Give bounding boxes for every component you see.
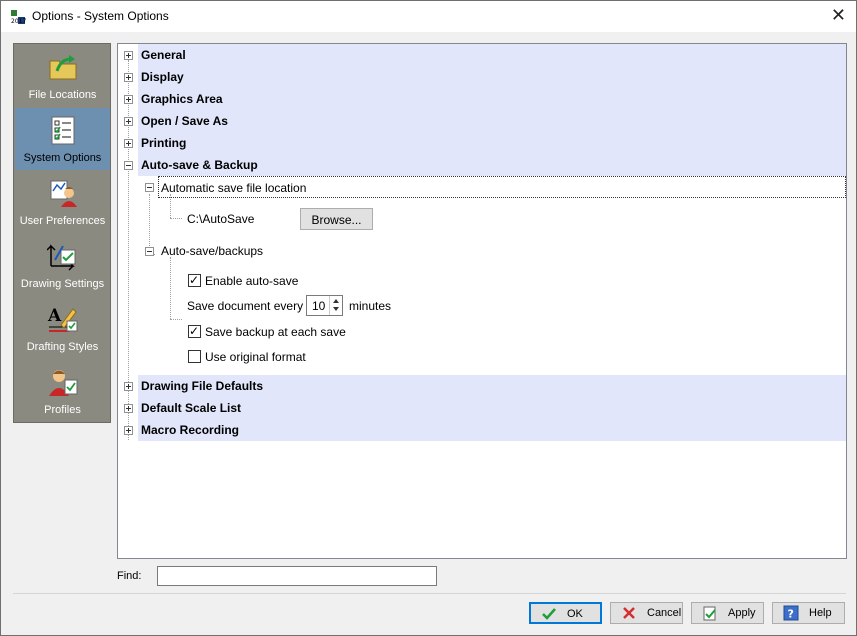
category-label: Profiles [44,404,81,416]
expand-icon[interactable] [124,404,133,413]
category-drawing-settings[interactable]: Drawing Settings [15,234,110,296]
expand-icon[interactable] [124,426,133,435]
category-label: File Locations [28,89,97,101]
autosave-path: C:\AutoSave [187,212,255,226]
section-open-save-as[interactable]: Open / Save As [138,110,846,132]
section-label: Graphics Area [141,92,223,106]
expand-icon[interactable] [124,73,133,82]
autosave-location-label[interactable]: Automatic save file location [161,181,306,195]
original-format-label[interactable]: Use original format [205,350,306,364]
section-drawing-file-defaults[interactable]: Drawing File Defaults [138,375,846,397]
checklist-icon [51,116,75,145]
apply-button[interactable]: Apply [691,602,764,624]
save-backup-checkbox[interactable]: ✓ [188,324,201,338]
category-label: Drafting Styles [26,341,99,353]
section-default-scale-list[interactable]: Default Scale List [138,397,846,419]
section-label: Macro Recording [141,423,240,437]
folder-arrow-icon [49,55,77,80]
find-label: Find: [117,570,142,582]
divider [13,593,846,594]
help-button[interactable]: ? Help [772,602,845,624]
close-icon[interactable]: ✕ [831,6,846,24]
autosave-backups-label[interactable]: Auto-save/backups [161,244,263,258]
apply-icon [703,606,716,621]
section-label: Auto-save & Backup [141,158,258,172]
category-drafting-styles[interactable]: A Drafting Styles [15,297,110,359]
browse-button[interactable]: Browse... [300,208,373,230]
tree-connector [149,194,150,254]
app-icon: 2017 [10,9,26,25]
expand-icon[interactable] [124,139,133,148]
find-input[interactable] [157,566,437,586]
section-general[interactable]: General [138,44,846,66]
section-label: Default Scale List [141,401,242,415]
section-printing[interactable]: Printing [138,132,846,154]
spin-down-icon[interactable] [333,307,339,311]
section-label: Open / Save As [141,114,228,128]
category-panel: File Locations System Options User Prefe… [13,43,111,423]
category-label: Drawing Settings [20,278,105,290]
category-profiles[interactable]: Profiles [15,360,110,422]
window-title: Options - System Options [32,9,169,23]
title-bar: 2017 Options - System Options ✕ [1,1,856,32]
profiles-icon [49,370,78,396]
tree-connector [170,218,182,219]
drafting-styles-icon: A [47,306,78,332]
save-backup-label[interactable]: Save backup at each save [205,325,346,339]
expand-icon[interactable] [124,382,133,391]
category-label: System Options [23,152,102,164]
section-graphics-area[interactable]: Graphics Area [138,88,846,110]
category-label: User Preferences [19,215,106,227]
collapse-icon[interactable] [145,183,154,192]
stepper-arrows[interactable] [329,296,342,315]
expand-icon[interactable] [124,117,133,126]
original-format-checkbox[interactable] [188,350,201,363]
expand-icon[interactable] [124,95,133,104]
svg-text:?: ? [788,608,794,621]
enable-autosave-checkbox[interactable]: ✓ [188,273,201,287]
collapse-icon[interactable] [124,161,133,170]
cancel-button[interactable]: Cancel [610,602,683,624]
expand-icon[interactable] [124,51,133,60]
enable-autosave-label[interactable]: Enable auto-save [205,274,298,288]
category-system-options[interactable]: System Options [15,108,110,170]
section-auto-save-backup[interactable]: Auto-save & Backup [138,154,846,176]
help-label: Help [809,607,832,619]
collapse-icon[interactable] [145,247,154,256]
tree-connector [170,257,171,319]
check-icon: ✓ [189,324,200,338]
cancel-label: Cancel [647,607,682,619]
save-every-label: Save document every [187,299,304,313]
section-label: Drawing File Defaults [141,379,264,393]
tree-connector [170,319,182,320]
ok-label: OK [567,608,583,620]
section-label: Printing [141,136,187,150]
save-interval-value[interactable]: 10 [312,299,325,313]
apply-label: Apply [728,607,756,619]
user-preferences-icon [50,180,77,207]
section-label: Display [141,70,184,84]
help-icon: ? [783,605,799,621]
section-label: General [141,48,186,62]
options-dialog: 2017 Options - System Options ✕ File Loc… [0,0,857,636]
save-interval-stepper[interactable]: 10 [306,295,343,316]
ok-button[interactable]: OK [529,602,602,624]
svg-text:A: A [47,306,62,326]
svg-text:2017: 2017 [11,18,26,25]
options-tree: General Display Graphics Area Open / Sav… [117,43,847,559]
save-every-unit: minutes [349,299,392,313]
category-user-preferences[interactable]: User Preferences [15,171,110,233]
checkmark-icon [542,608,556,620]
section-display[interactable]: Display [138,66,846,88]
category-file-locations[interactable]: File Locations [15,45,110,107]
drawing-settings-icon [47,244,76,271]
section-macro-recording[interactable]: Macro Recording [138,419,846,441]
cancel-x-icon [623,607,635,619]
check-icon: ✓ [189,273,200,287]
spin-up-icon[interactable] [333,299,339,303]
